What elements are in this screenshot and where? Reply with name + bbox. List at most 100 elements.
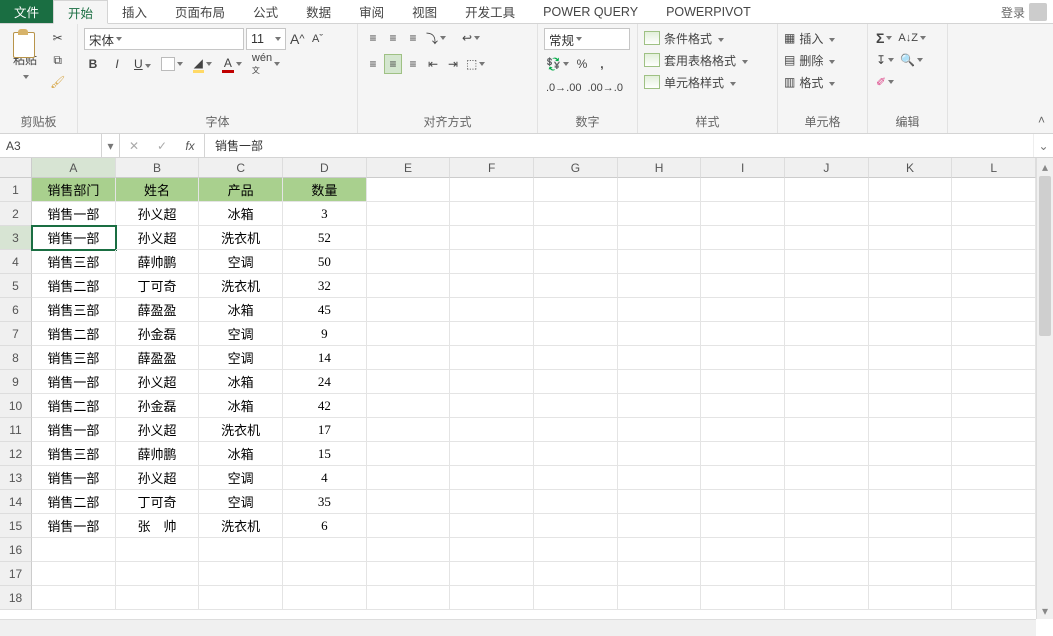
format-painter-button[interactable]: 🖌: [48, 72, 67, 92]
cell[interactable]: [450, 514, 534, 538]
increase-font-button[interactable]: A^: [288, 29, 307, 49]
cell[interactable]: 销售二部: [32, 490, 116, 514]
cell[interactable]: [450, 538, 534, 562]
cell[interactable]: [367, 586, 451, 610]
tab-POWERPIVOT[interactable]: POWERPIVOT: [652, 0, 765, 23]
cut-button[interactable]: ✂: [48, 28, 67, 48]
cell[interactable]: [534, 514, 618, 538]
insert-function-button[interactable]: fx: [176, 139, 204, 153]
cell[interactable]: [618, 178, 702, 202]
cell[interactable]: [367, 226, 451, 250]
cell[interactable]: [283, 586, 367, 610]
cell[interactable]: 洗衣机: [199, 418, 283, 442]
cell[interactable]: 销售一部: [32, 202, 116, 226]
cell[interactable]: 冰箱: [199, 442, 283, 466]
cell[interactable]: [952, 514, 1036, 538]
decrease-indent-button[interactable]: ⇤: [424, 54, 442, 74]
row-header-2[interactable]: 2: [0, 202, 32, 226]
cell[interactable]: [785, 394, 869, 418]
italic-button[interactable]: I: [108, 54, 126, 74]
merge-button[interactable]: ⬚: [464, 54, 487, 74]
cell[interactable]: 产品: [199, 178, 283, 202]
cell[interactable]: [701, 274, 785, 298]
cell[interactable]: [367, 562, 451, 586]
cell[interactable]: [869, 298, 953, 322]
cell[interactable]: [534, 442, 618, 466]
paste-button[interactable]: 粘贴: [6, 28, 44, 74]
cell[interactable]: 冰箱: [199, 370, 283, 394]
cell[interactable]: [952, 178, 1036, 202]
cell[interactable]: 32: [283, 274, 367, 298]
cell[interactable]: [869, 418, 953, 442]
cell[interactable]: 薛盈盈: [116, 298, 200, 322]
autosum-button[interactable]: Σ: [874, 28, 894, 48]
cell[interactable]: [534, 250, 618, 274]
cell[interactable]: [367, 202, 451, 226]
cell[interactable]: 销售一部: [32, 418, 116, 442]
cell[interactable]: 销售部门: [32, 178, 116, 202]
cell[interactable]: [952, 490, 1036, 514]
name-box[interactable]: A3 ▾: [0, 134, 120, 157]
copy-button[interactable]: ⧉: [48, 50, 67, 70]
format-cells-button[interactable]: ▥格式: [784, 72, 835, 92]
find-button[interactable]: 🔍: [898, 50, 925, 70]
cell[interactable]: [785, 226, 869, 250]
tab-数据[interactable]: 数据: [292, 0, 345, 23]
cell[interactable]: [534, 298, 618, 322]
cell[interactable]: 42: [283, 394, 367, 418]
col-header-E[interactable]: E: [367, 158, 451, 178]
cell[interactable]: [116, 538, 200, 562]
font-name-select[interactable]: 宋体: [84, 28, 244, 50]
cell[interactable]: [367, 178, 451, 202]
cell[interactable]: 数量: [283, 178, 367, 202]
cell[interactable]: [450, 394, 534, 418]
cell[interactable]: [618, 538, 702, 562]
cell[interactable]: 孙义超: [116, 202, 200, 226]
cell[interactable]: [618, 250, 702, 274]
cell[interactable]: [701, 562, 785, 586]
col-header-I[interactable]: I: [701, 158, 785, 178]
cell[interactable]: 6: [283, 514, 367, 538]
cell[interactable]: [785, 202, 869, 226]
orientation-button[interactable]: ⤵: [424, 28, 448, 48]
font-color-button[interactable]: A: [220, 54, 244, 74]
col-header-B[interactable]: B: [116, 158, 200, 178]
cell[interactable]: 45: [283, 298, 367, 322]
cell[interactable]: [869, 370, 953, 394]
cell[interactable]: 冰箱: [199, 394, 283, 418]
cell[interactable]: 洗衣机: [199, 514, 283, 538]
cell[interactable]: 销售三部: [32, 442, 116, 466]
row-header-5[interactable]: 5: [0, 274, 32, 298]
signin-button[interactable]: 登录: [1001, 0, 1047, 24]
cell[interactable]: [701, 442, 785, 466]
cell[interactable]: [450, 466, 534, 490]
align-right-button[interactable]: ≡: [404, 54, 422, 74]
row-header-7[interactable]: 7: [0, 322, 32, 346]
cell[interactable]: 销售三部: [32, 346, 116, 370]
cell[interactable]: 张 帅: [116, 514, 200, 538]
tab-开发工具[interactable]: 开发工具: [451, 0, 529, 23]
col-header-D[interactable]: D: [283, 158, 367, 178]
cell[interactable]: [450, 442, 534, 466]
cell[interactable]: [952, 226, 1036, 250]
collapse-ribbon-button[interactable]: ˄: [1038, 113, 1045, 127]
cell[interactable]: [952, 322, 1036, 346]
row-header-12[interactable]: 12: [0, 442, 32, 466]
cell[interactable]: [450, 586, 534, 610]
align-middle-button[interactable]: ≡: [384, 28, 402, 48]
cell-styles-button[interactable]: 单元格样式: [644, 72, 736, 92]
cell[interactable]: [367, 346, 451, 370]
cell[interactable]: [367, 514, 451, 538]
cell[interactable]: 销售二部: [32, 322, 116, 346]
cell[interactable]: 丁可奇: [116, 274, 200, 298]
cell[interactable]: [701, 178, 785, 202]
cell[interactable]: 35: [283, 490, 367, 514]
cell[interactable]: [199, 586, 283, 610]
cell[interactable]: [785, 250, 869, 274]
cell[interactable]: 销售二部: [32, 394, 116, 418]
cell[interactable]: [701, 202, 785, 226]
cell[interactable]: [618, 370, 702, 394]
cell[interactable]: [869, 514, 953, 538]
phonetic-button[interactable]: wén文: [250, 54, 282, 74]
cell[interactable]: [618, 586, 702, 610]
